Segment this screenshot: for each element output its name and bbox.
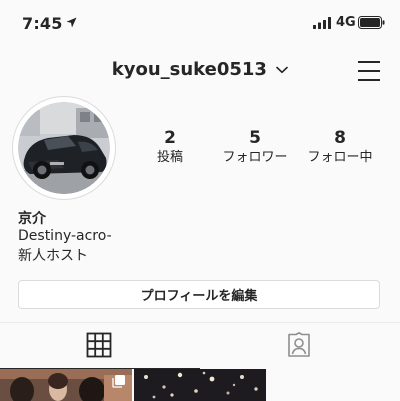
chevron-down-icon xyxy=(276,66,289,74)
username: kyou_suke0513 xyxy=(111,59,267,80)
tab-grid[interactable] xyxy=(0,323,200,369)
post-thumbnail-image xyxy=(134,369,266,401)
grid-icon xyxy=(86,332,112,358)
bio-line: 新人ホスト xyxy=(18,248,88,264)
profile-name: 京介 xyxy=(18,211,46,227)
following-label: フォロー中 xyxy=(307,150,373,165)
following-count: 8 xyxy=(334,128,346,148)
stat-following[interactable]: 8 フォロー中 xyxy=(295,128,385,167)
avatar[interactable] xyxy=(12,96,116,200)
post-thumbnail[interactable] xyxy=(134,369,266,401)
bio-line: Destiny-acro- xyxy=(18,228,112,244)
followers-label: フォロワー xyxy=(222,150,288,165)
posts-label: 投稿 xyxy=(156,150,183,165)
post-thumbnail[interactable] xyxy=(0,369,132,401)
menu-icon[interactable] xyxy=(357,60,381,82)
post-grid xyxy=(0,368,400,401)
tagged-icon xyxy=(288,332,310,357)
network-label: 4G xyxy=(336,15,356,30)
signal-icon xyxy=(313,17,331,29)
edit-profile-button[interactable]: プロフィールを編集 xyxy=(18,280,380,309)
avatar-photo xyxy=(18,102,110,194)
multiple-photos-icon xyxy=(112,375,125,388)
tab-tagged[interactable] xyxy=(200,323,400,369)
posts-count: 2 xyxy=(164,128,176,148)
account-switcher[interactable]: kyou_suke0513 xyxy=(0,59,400,80)
profile-tabs xyxy=(0,322,400,369)
profile-header: kyou_suke0513 xyxy=(0,48,400,94)
location-arrow-icon xyxy=(66,17,77,28)
empty-grid-slot xyxy=(268,369,400,401)
status-time: 7:45 xyxy=(22,14,63,33)
status-bar: 7:45 4G xyxy=(0,0,400,48)
followers-count: 5 xyxy=(249,128,261,148)
stat-followers[interactable]: 5 フォロワー xyxy=(210,128,300,167)
battery-icon xyxy=(358,16,385,29)
stat-posts[interactable]: 2 投稿 xyxy=(125,128,215,167)
